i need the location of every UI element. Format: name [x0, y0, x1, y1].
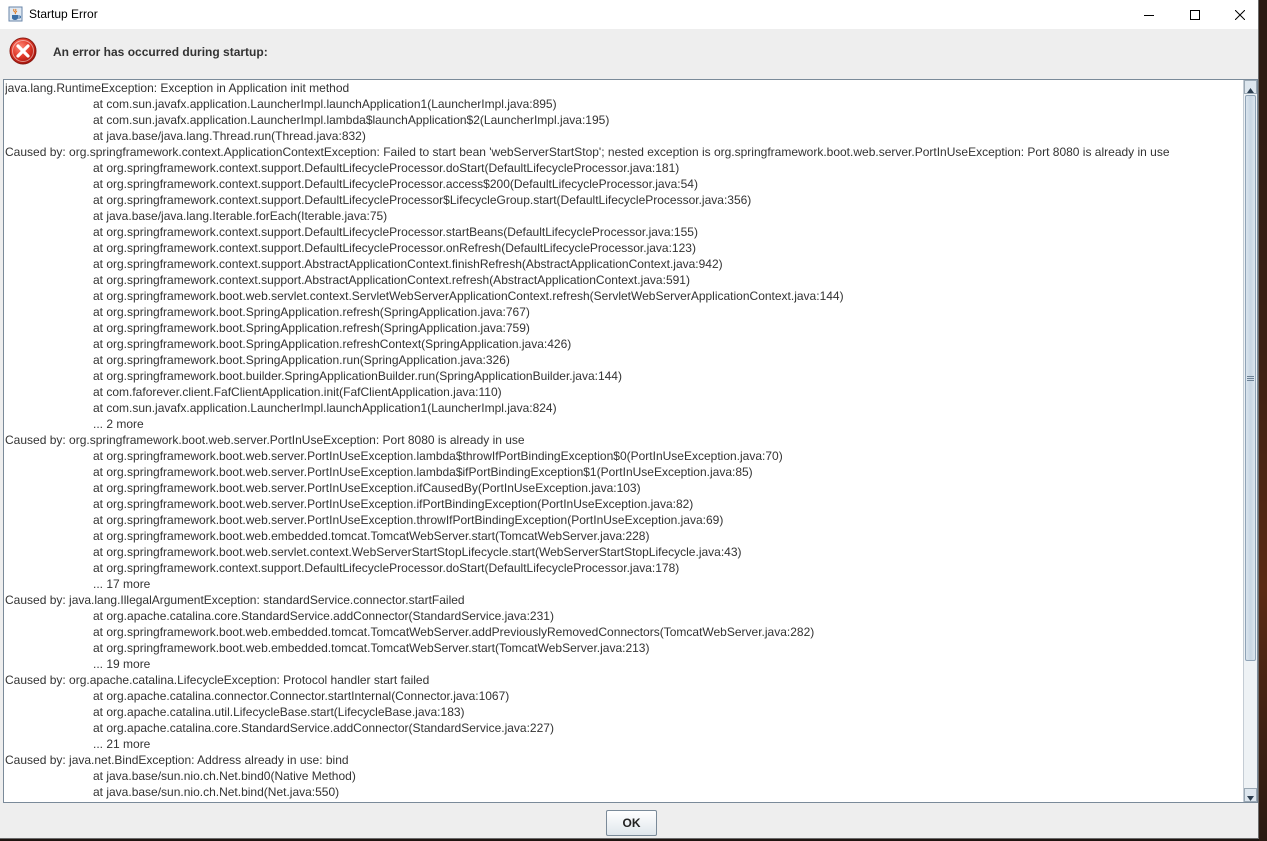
arrow-down-icon	[1247, 786, 1254, 803]
exception-line: java.lang.RuntimeException: Exception in…	[5, 81, 350, 95]
exception-line: Caused by: java.net.BindException: Addre…	[5, 753, 349, 767]
stack-frame-line: at org.springframework.boot.web.embedded…	[93, 529, 650, 543]
stack-frame-line: at org.springframework.boot.SpringApplic…	[93, 305, 530, 319]
stack-frame-line: at org.springframework.boot.web.servlet.…	[93, 545, 742, 559]
stack-frame-line: at java.base/java.lang.Thread.run(Thread…	[93, 129, 366, 143]
stack-frame-line: at org.springframework.context.support.D…	[93, 193, 752, 207]
stack-frame-line: at org.apache.catalina.core.StandardServ…	[93, 721, 554, 735]
maximize-button[interactable]	[1172, 0, 1218, 29]
stack-frame-line: at java.base/sun.nio.ch.Net.bind(Net.jav…	[93, 785, 340, 799]
ok-button[interactable]: OK	[606, 810, 657, 836]
desktop-background	[1259, 0, 1267, 841]
window-title: Startup Error	[29, 7, 98, 21]
stack-frame-line: at org.apache.catalina.util.LifecycleBas…	[93, 705, 465, 719]
exception-line: Caused by: org.apache.catalina.Lifecycle…	[5, 673, 430, 687]
stack-frame-line: at org.springframework.boot.web.embedded…	[93, 625, 815, 639]
scroll-up-button[interactable]	[1244, 80, 1257, 94]
stack-frame-line: at com.faforever.client.FafClientApplica…	[93, 385, 502, 399]
stack-frame-line: at org.springframework.context.support.A…	[93, 273, 690, 287]
stacktrace-content[interactable]: java.lang.RuntimeException: Exception in…	[5, 80, 1241, 802]
stack-frame-line: at java.base/sun.nio.ch.Net.bind0(Native…	[93, 769, 356, 783]
stacktrace-textarea[interactable]: java.lang.RuntimeException: Exception in…	[3, 79, 1258, 803]
stack-frame-line: at org.springframework.boot.SpringApplic…	[93, 353, 510, 367]
stack-frame-line: at com.sun.javafx.application.LauncherIm…	[93, 401, 557, 415]
scrollbar-thumb[interactable]	[1245, 95, 1256, 661]
stack-frame-line: at org.springframework.boot.web.embedded…	[93, 641, 650, 655]
error-icon	[9, 37, 37, 65]
stack-frame-line: at com.sun.javafx.application.LauncherIm…	[93, 97, 557, 111]
stack-frame-line: at org.springframework.boot.web.server.P…	[93, 481, 641, 495]
stack-frame-line: at org.springframework.boot.web.server.P…	[93, 513, 724, 527]
arrow-up-icon	[1247, 80, 1254, 97]
stack-frame-line: at com.sun.javafx.application.LauncherIm…	[93, 113, 610, 127]
stack-frame-line: ... 17 more	[93, 577, 151, 591]
exception-line: Caused by: org.springframework.boot.web.…	[5, 433, 525, 447]
startup-error-dialog: Startup Error An error has occurred duri…	[0, 0, 1259, 839]
scroll-grip-icon	[1247, 375, 1254, 382]
stack-frame-line: ... 2 more	[93, 417, 144, 431]
java-cup-icon	[8, 6, 23, 22]
error-header: An error has occurred during startup:	[0, 29, 1258, 76]
stack-frame-line: at org.springframework.context.support.D…	[93, 561, 680, 575]
stack-frame-line: at org.springframework.context.support.D…	[93, 177, 698, 191]
stack-frame-line: at org.springframework.boot.web.server.P…	[93, 465, 753, 479]
stack-frame-line: ... 21 more	[93, 737, 151, 751]
stack-frame-line: at org.springframework.boot.web.server.P…	[93, 449, 783, 463]
stack-frame-line: at java.base/java.lang.Iterable.forEach(…	[93, 209, 388, 223]
minimize-button[interactable]	[1126, 0, 1172, 29]
exception-line: Caused by: java.lang.IllegalArgumentExce…	[5, 593, 465, 607]
stack-frame-line: at org.apache.catalina.connector.Connect…	[93, 689, 510, 703]
scroll-down-button[interactable]	[1244, 788, 1257, 802]
stack-frame-line: at org.springframework.boot.builder.Spri…	[93, 369, 622, 383]
exception-line: Caused by: org.springframework.context.A…	[5, 145, 1170, 159]
stack-frame-line: at org.springframework.boot.SpringApplic…	[93, 321, 530, 335]
stack-frame-line: at org.apache.catalina.core.StandardServ…	[93, 609, 554, 623]
error-message: An error has occurred during startup:	[53, 45, 268, 59]
close-button[interactable]	[1217, 0, 1263, 29]
title-bar[interactable]: Startup Error	[0, 0, 1258, 29]
maximize-icon	[1190, 5, 1200, 24]
stack-frame-line: at org.springframework.context.support.D…	[93, 161, 680, 175]
stack-frame-line: at org.springframework.context.support.D…	[93, 241, 696, 255]
stack-frame-line: at org.springframework.context.support.D…	[93, 225, 698, 239]
minimize-icon	[1144, 5, 1154, 24]
stack-frame-line: at org.springframework.boot.web.servlet.…	[93, 289, 844, 303]
stack-frame-line: at org.springframework.boot.web.server.P…	[93, 497, 694, 511]
close-icon	[1234, 5, 1246, 24]
stack-frame-line: at org.springframework.context.support.A…	[93, 257, 723, 271]
vertical-scrollbar[interactable]	[1243, 80, 1257, 802]
stack-frame-line: ... 19 more	[93, 657, 151, 671]
stack-frame-line: at org.springframework.boot.SpringApplic…	[93, 337, 572, 351]
